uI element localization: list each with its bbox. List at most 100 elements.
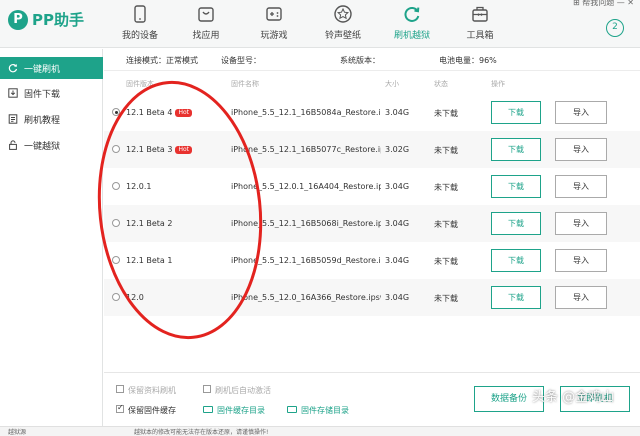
import-button[interactable]: 导入 [555,101,607,124]
watermark-text: 头条 @金鸡山 [532,390,615,405]
nav-label: 铃声壁纸 [324,31,361,41]
firmware-file: iPhone_5.5_12.0.1_16A404_Restore.ip... [231,182,381,191]
import-button[interactable]: 导入 [555,212,607,235]
status-notice: 越狱本的修改可能无法存在版本还原，请谨慎操作! [134,429,269,436]
download-status: 未下载 [434,109,458,118]
folder-icon [287,406,297,413]
col-size: 大小 [385,80,399,88]
table-row[interactable]: 12.1 Beta 2 iPhone_5.5_12.1_16B5068i_Res… [104,205,640,242]
app-name: PP助手 [32,11,84,29]
nav-ringtones-wallpapers[interactable]: 铃声壁纸 [315,4,371,41]
download-status: 未下载 [434,146,458,155]
nav-flash-jailbreak[interactable]: 刷机越狱 [384,4,440,41]
download-status: 未下载 [434,294,458,303]
auto-activate-label: 刷机后自动激活 [215,386,271,395]
import-button[interactable]: 导入 [555,175,607,198]
nav-label: 工具箱 [466,31,494,41]
import-button[interactable]: 导入 [555,249,607,272]
download-button[interactable]: 下载 [491,212,541,235]
folder-icon [203,406,213,413]
row-select-radio[interactable] [112,256,120,264]
firmware-size: 3.02G [385,145,410,154]
refresh-icon [404,6,420,22]
firmware-version: 12.1 Beta 2 [126,219,173,228]
sidebar-item-firmware-download[interactable]: 固件下载 [0,82,103,104]
device-model: 设备型号： [221,56,261,65]
pp-logo-icon: P [8,9,28,30]
system-version: 系统版本： [340,56,380,65]
status-left[interactable]: 越狱源 [8,427,26,436]
download-button[interactable]: 下载 [491,175,541,198]
connection-mode: 连接模式：正常模式 [126,56,198,65]
table-row[interactable]: 12.0.1 iPhone_5.5_12.0.1_16A404_Restore.… [104,168,640,205]
sidebar-item-label: 刷机教程 [24,115,61,126]
table-row[interactable]: 12.1 Beta 1 iPhone_5.5_12.1_16B5059d_Res… [104,242,640,279]
sidebar: 一键刷机 固件下载 刷机教程 一键越狱 [0,49,103,436]
col-version: 固件版本 [126,80,154,88]
download-status: 未下载 [434,220,458,229]
auto-activate-checkbox[interactable] [203,385,211,393]
row-select-radio[interactable] [112,182,120,190]
firmware-file: iPhone_5.5_12.1_16B5068i_Restore.ip... [231,219,381,228]
keep-data-checkbox[interactable] [116,385,124,393]
table-row[interactable]: 12.1 Beta 4 Hot iPhone_5.5_12.1_16B5084a_… [104,94,640,131]
firmware-version: 12.0 [126,293,144,302]
nav-label: 找应用 [192,31,220,41]
nav-label: 我的设备 [121,31,158,41]
nav-find-apps[interactable]: 找应用 [178,4,234,41]
keep-firmware-label: 保留固件缓存 [128,406,176,415]
download-button[interactable]: 下载 [491,138,541,161]
keep-firmware-checkbox[interactable] [116,403,124,413]
col-name: 固件名称 [231,80,259,88]
firmware-version: 12.1 Beta 4 Hot [126,108,192,117]
hot-badge: Hot [175,109,192,117]
row-select-radio[interactable] [112,293,120,301]
col-actions: 操作 [491,80,505,88]
nav-toolbox[interactable]: 工具箱 [452,4,508,41]
import-button[interactable]: 导入 [555,138,607,161]
status-bar: 越狱源 越狱本的修改可能无法存在版本还原，请谨慎操作! [0,426,640,436]
col-status: 状态 [434,80,448,88]
gamepad-icon [266,7,282,21]
firmware-cache-dir-link[interactable]: 固件缓存目录 [217,405,265,416]
sidebar-item-label: 一键刷机 [24,64,61,75]
battery-level: 电池电量：96% [439,56,497,65]
firmware-size: 3.04G [385,108,410,117]
firmware-version: 12.0.1 [126,182,152,191]
table-row[interactable]: 12.1 Beta 3 Hot iPhone_5.5_12.1_16B5077c_… [104,131,640,168]
row-select-radio[interactable] [112,108,120,116]
keep-data-label: 保留资料刷机 [128,386,176,395]
firmware-size: 3.04G [385,219,410,228]
toolbox-icon [472,6,488,22]
import-button[interactable]: 导入 [555,286,607,309]
phone-icon [134,5,146,23]
row-select-radio[interactable] [112,145,120,153]
firmware-store-dir-link[interactable]: 固件存储目录 [301,405,349,416]
star-icon [334,5,352,23]
firmware-file: iPhone_5.5_12.0_16A366_Restore.ipsw [231,293,381,302]
top-toolbar: P PP助手 我的设备 找应用 玩游戏 铃声壁纸 刷机越狱 工具箱 ⊞ 帮我问题… [0,0,640,48]
refresh-icon [8,64,18,73]
sidebar-item-label: 固件下载 [24,89,61,100]
download-button[interactable]: 下载 [491,249,541,272]
row-select-radio[interactable] [112,219,120,227]
download-status: 未下载 [434,183,458,192]
download-button[interactable]: 下载 [491,286,541,309]
app-logo: P PP助手 [8,9,84,30]
nav-play-games[interactable]: 玩游戏 [246,4,302,41]
sidebar-item-one-click-flash[interactable]: 一键刷机 [0,57,103,79]
sidebar-item-label: 一键越狱 [24,141,61,152]
lock-icon [9,140,17,150]
window-controls[interactable]: ⊞ 帮我问题 — ✕ [573,0,634,8]
device-info-bar: 连接模式：正常模式 设备型号： 系统版本： 电池电量：96% [104,49,640,71]
nav-label: 刷机越狱 [393,31,430,41]
firmware-table-header: 固件版本 固件名称 大小 状态 操作 [104,71,640,93]
sidebar-item-flash-tutorial[interactable]: 刷机教程 [0,108,103,130]
help-badge[interactable]: 2 [606,19,624,37]
sidebar-item-one-click-jailbreak[interactable]: 一键越狱 [0,134,103,156]
document-icon [8,114,18,124]
nav-my-device[interactable]: 我的设备 [112,4,168,41]
download-button[interactable]: 下载 [491,101,541,124]
nav-label: 玩游戏 [260,31,288,41]
table-row[interactable]: 12.0 iPhone_5.5_12.0_16A366_Restore.ipsw… [104,279,640,316]
